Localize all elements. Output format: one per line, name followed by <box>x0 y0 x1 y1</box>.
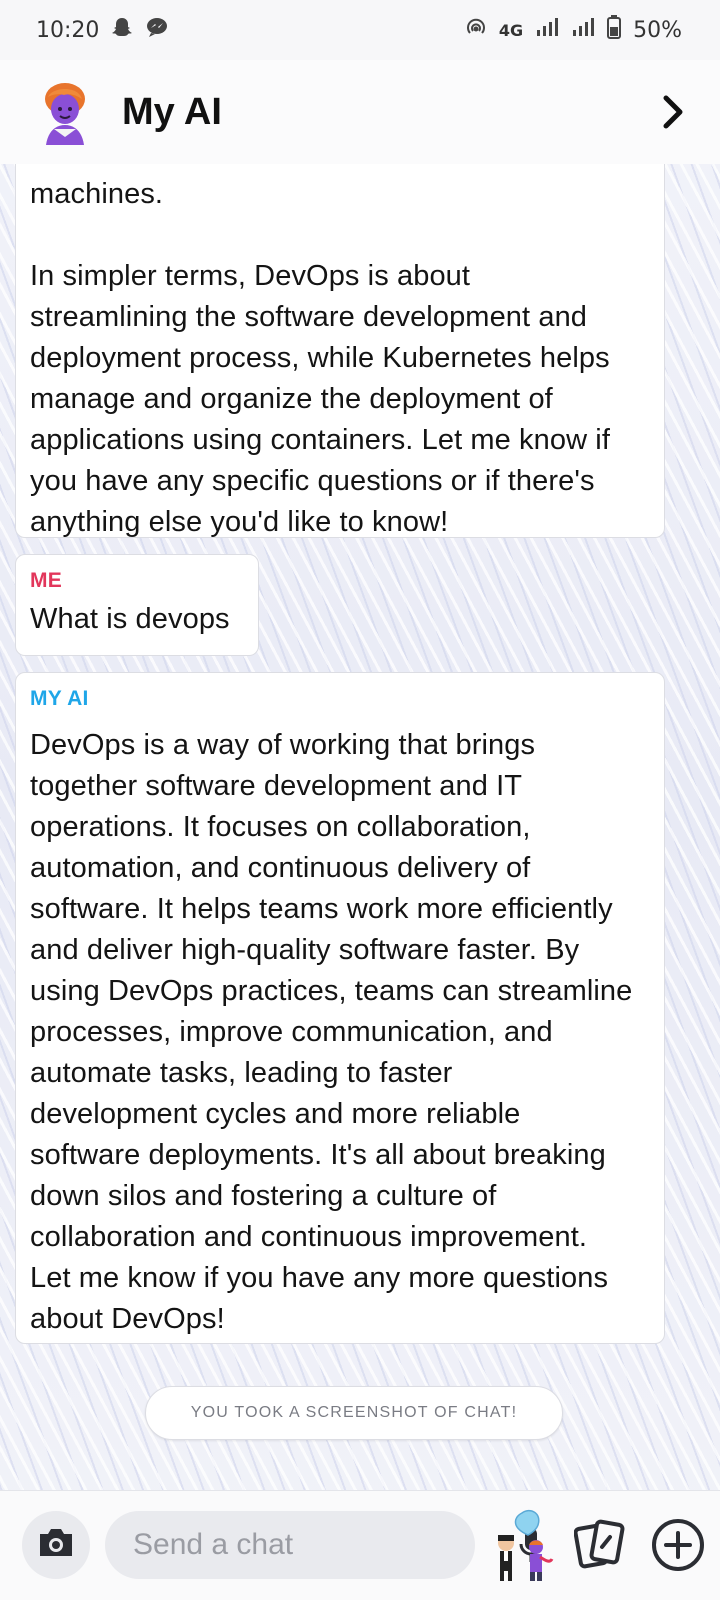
chevron-right-icon[interactable] <box>656 92 690 132</box>
snapchat-ghost-icon <box>111 16 133 44</box>
signal-icon <box>535 16 559 44</box>
sender-label-me: ME <box>30 569 63 592</box>
screenshot-notice: YOU TOOK A SCREENSHOT OF CHAT! <box>145 1386 563 1440</box>
camera-icon <box>36 1526 76 1565</box>
message-text: DevOps is a way of working that brings t… <box>30 729 633 1335</box>
bitmoji-sticker-icon[interactable] <box>492 1509 558 1583</box>
status-left: 10:20 <box>36 16 169 44</box>
bitmoji-avatar[interactable] <box>36 79 94 145</box>
chat-header: My AI <box>0 60 720 164</box>
signal-icon <box>571 16 595 44</box>
status-bar: 10:20 4G 50% <box>0 0 720 60</box>
battery-icon <box>607 15 622 45</box>
status-time: 10:20 <box>36 17 100 43</box>
battery-level: 50% <box>633 17 682 43</box>
cards-icon[interactable] <box>573 1517 626 1573</box>
hotspot-icon <box>465 16 487 44</box>
chat-messages[interactable]: machines. In simpler terms, DevOps is ab… <box>0 164 720 1490</box>
chat-input-container[interactable] <box>105 1511 543 1579</box>
message-text: machines. In simpler terms, DevOps is ab… <box>30 178 610 538</box>
composer-bar <box>0 1490 720 1600</box>
camera-button[interactable] <box>22 1511 90 1579</box>
chat-input[interactable] <box>133 1528 519 1562</box>
message-bubble-ai: MY AI DevOps is a way of working that br… <box>15 672 665 1344</box>
messenger-icon <box>145 16 169 44</box>
plus-icon[interactable] <box>648 1515 708 1575</box>
message-text: What is devops <box>30 603 230 635</box>
network-type: 4G <box>498 20 524 40</box>
sender-label-ai: MY AI <box>30 687 89 710</box>
page-title: My AI <box>122 90 222 133</box>
message-bubble-ai: machines. In simpler terms, DevOps is ab… <box>15 164 665 538</box>
status-right: 4G 50% <box>465 15 682 45</box>
message-bubble-me: ME What is devops <box>15 554 259 656</box>
